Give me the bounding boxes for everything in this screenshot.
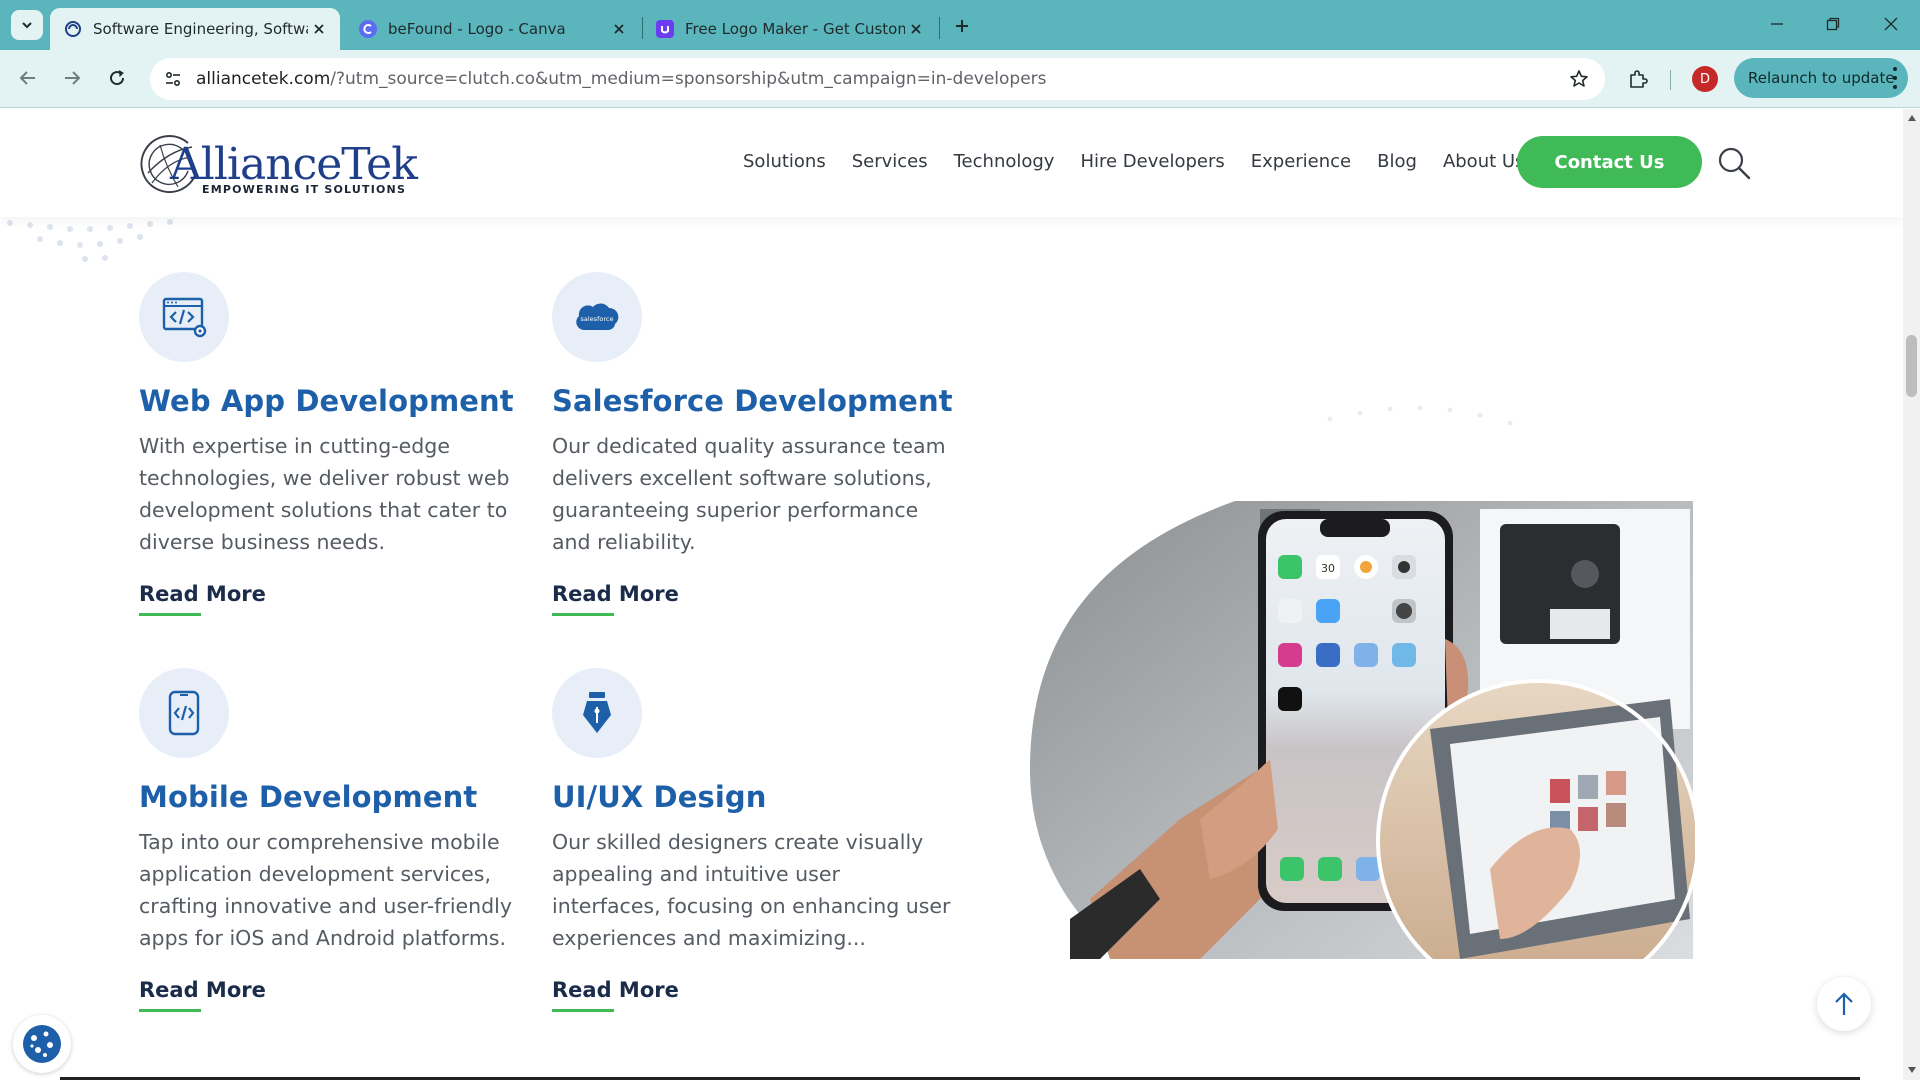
main-navigation: Solutions Services Technology Hire Devel… [743,151,1550,172]
tab-separator [939,17,940,39]
restore-button[interactable] [1810,8,1856,40]
nav-about-us[interactable]: About Us [1443,151,1525,172]
arrow-left-icon [19,71,35,85]
address-bar[interactable]: alliancetek.com/?utm_source=clutch.co&ut… [150,58,1605,100]
close-window-button[interactable] [1868,8,1914,40]
canva-favicon-icon [359,20,377,38]
tab-title: beFound - Logo - Canva [388,20,566,38]
url-text: alliancetek.com/?utm_source=clutch.co&ut… [196,69,1047,89]
minimize-icon [1771,23,1783,25]
service-description: Our dedicated quality assurance team del… [552,434,946,554]
service-card-salesforce: salesforce Salesforce Development Our de… [552,272,953,616]
close-icon [1884,17,1898,31]
scroll-down-arrow-icon[interactable] [1906,1065,1917,1075]
tab-search-button[interactable] [11,10,43,40]
profile-avatar[interactable]: D [1692,66,1718,92]
service-title[interactable]: UI/UX Design [552,780,952,814]
page-scrollbar[interactable] [1903,109,1920,1080]
back-button[interactable] [11,61,45,95]
tab-alliancetek[interactable]: Software Engineering, Software [50,8,340,50]
chevron-down-icon [22,22,32,29]
nav-services[interactable]: Services [852,151,928,172]
hero-photo-collage: 30 [1030,405,1695,959]
tab-logo-maker[interactable]: Free Logo Maker - Get Custom [642,8,937,50]
minimize-button[interactable] [1754,8,1800,40]
arrow-up-icon [1835,992,1853,1015]
nav-hire-developers[interactable]: Hire Developers [1080,151,1224,172]
restore-icon [1826,17,1840,31]
nav-blog[interactable]: Blog [1377,151,1417,172]
scrollbar-thumb[interactable] [1906,335,1917,397]
service-description: Tap into our comprehensive mobile applic… [139,830,512,950]
salesforce-logo-text: salesforce [581,315,614,323]
more-vert-icon [1892,67,1898,89]
web-code-icon [139,272,229,362]
close-tab-icon[interactable] [608,18,630,40]
service-card-mobile: Mobile Development Tap into our comprehe… [139,668,539,1012]
service-title[interactable]: Web App Development [139,384,539,418]
forward-button[interactable] [55,61,89,95]
extensions-button[interactable] [1622,63,1654,95]
tab-title: Free Logo Maker - Get Custom [685,20,905,38]
cookie-settings-button[interactable] [13,1015,71,1073]
new-tab-button[interactable] [948,12,976,40]
toolbar-separator [1670,70,1671,90]
url-path: /?utm_source=clutch.co&utm_medium=sponso… [330,69,1047,89]
relaunch-button[interactable]: Relaunch to update [1734,58,1908,98]
service-card-web-app: Web App Development With expertise in cu… [139,272,539,616]
calendar-day: 30 [1321,562,1335,575]
tab-title: Software Engineering, Software [93,20,308,38]
scroll-up-arrow-icon[interactable] [1906,113,1917,123]
read-more-link[interactable]: Read More [552,582,679,616]
service-card-uiux: UI/UX Design Our skilled designers creat… [552,668,952,1012]
url-host: alliancetek.com [196,69,331,89]
read-more-link[interactable]: Read More [552,978,679,1012]
close-tab-icon[interactable] [308,18,330,40]
puzzle-icon [1630,70,1648,88]
alliancetek-favicon-icon [64,20,82,38]
reload-icon [110,70,125,86]
reload-button[interactable] [100,61,134,95]
dotted-pattern-decoration [7,219,173,262]
service-title[interactable]: Salesforce Development [552,384,953,418]
tab-canva[interactable]: beFound - Logo - Canva [345,8,640,50]
page-viewport: AllianceTek EMPOWERING IT SOLUTIONS Solu… [0,109,1903,1080]
mobile-code-icon [139,668,229,758]
plus-icon [956,20,968,32]
service-description: With expertise in cutting-edge technolog… [139,434,510,554]
search-icon [1718,147,1751,180]
relaunch-label: Relaunch to update [1748,69,1895,87]
site-settings-icon[interactable] [158,64,188,94]
logo-tagline: EMPOWERING IT SOLUTIONS [202,183,407,196]
browser-toolbar: alliancetek.com/?utm_source=clutch.co&ut… [0,50,1920,108]
pen-nib-icon [552,668,642,758]
logo-maker-favicon-icon [656,20,674,38]
nav-technology[interactable]: Technology [954,151,1055,172]
nav-solutions[interactable]: Solutions [743,151,826,172]
browser-tab-strip: Software Engineering, Software beFound -… [0,0,1920,50]
salesforce-cloud-icon: salesforce [552,272,642,362]
cookie-icon [23,1025,61,1063]
service-description: Our skilled designers create visually ap… [552,830,951,950]
site-search-button[interactable] [1716,145,1752,181]
read-more-link[interactable]: Read More [139,978,266,1012]
contact-us-button[interactable]: Contact Us [1517,136,1702,188]
site-logo[interactable]: AllianceTek EMPOWERING IT SOLUTIONS [138,127,418,199]
service-title[interactable]: Mobile Development [139,780,539,814]
arrow-right-icon [65,71,81,85]
close-tab-icon[interactable] [905,18,927,40]
nav-experience[interactable]: Experience [1251,151,1351,172]
scroll-to-top-button[interactable] [1817,977,1871,1031]
read-more-link[interactable]: Read More [139,582,266,616]
site-header: AllianceTek EMPOWERING IT SOLUTIONS Solu… [0,109,1903,217]
bookmark-star-icon[interactable] [1567,67,1591,91]
